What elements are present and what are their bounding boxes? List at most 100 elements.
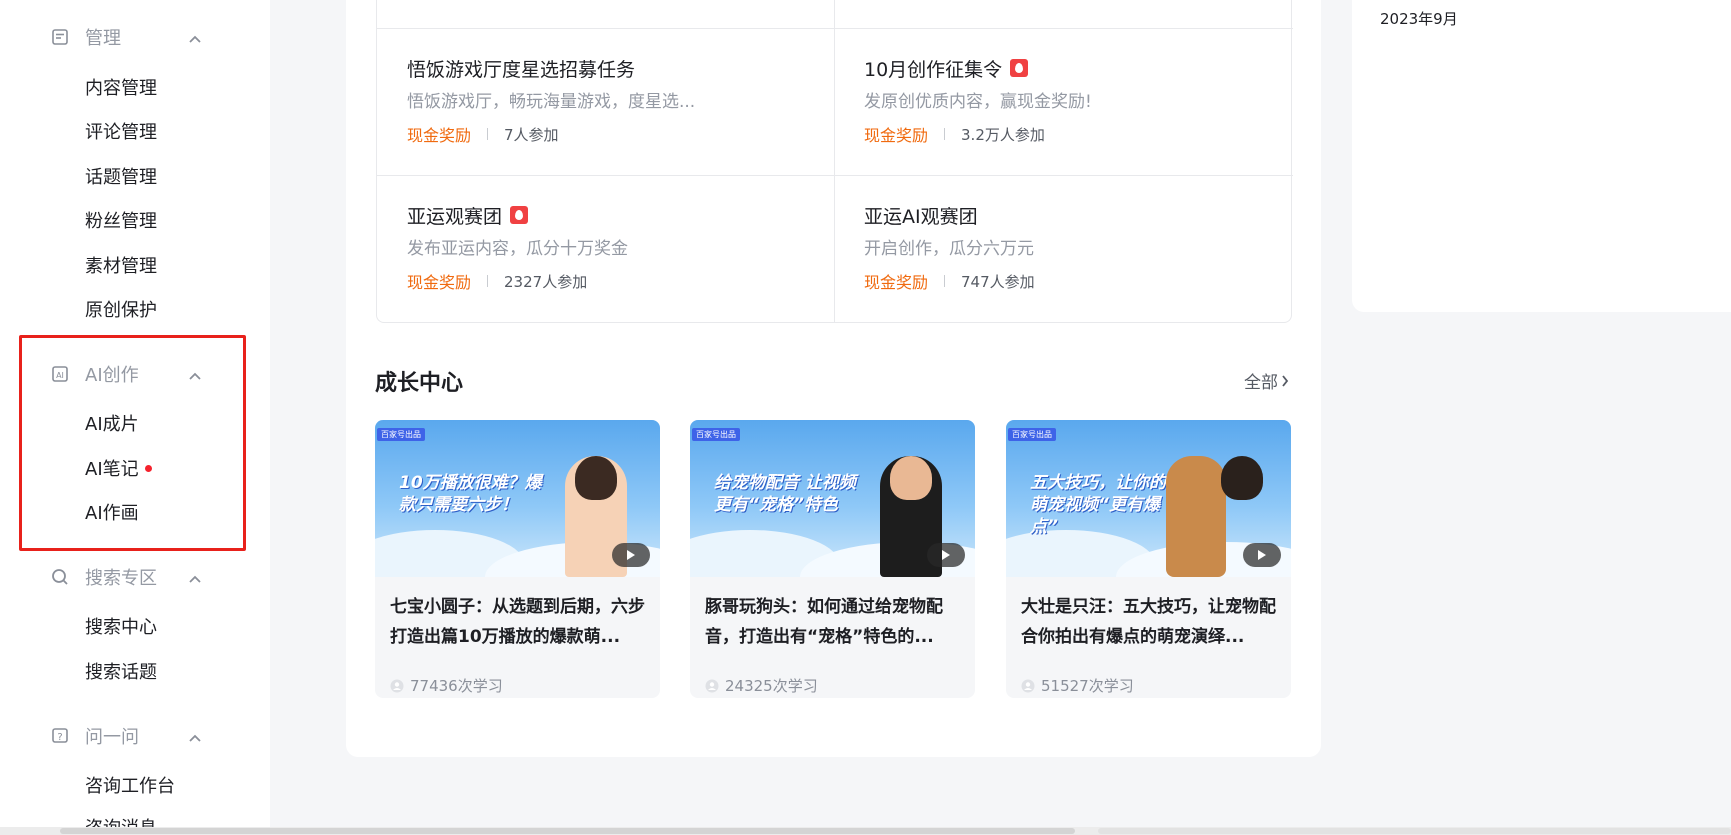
join-count: 747人参加 [961, 272, 1035, 291]
course-thumbnail[interactable]: 百家号出品 10万播放很难？爆款只需要六步！ [375, 420, 660, 577]
course-title: 大壮是只汪：五大技巧，让宠物配合你拍出有爆点的萌宠演绎... [1021, 597, 1276, 647]
sidebar-item-materials[interactable]: 素材管理 [85, 252, 157, 278]
study-count: 77436次学习 [410, 677, 503, 695]
task-title: 亚运AI观赛团 [864, 202, 1304, 228]
sidebar-group-search[interactable]: 搜索专区 [50, 562, 210, 592]
divider [487, 275, 489, 287]
main-panel: 悟饭游戏厅度星选招募任务 悟饭游戏厅，畅玩海量游戏，度星选... 现金奖励 7人… [346, 0, 1321, 757]
course-thumbnail[interactable]: 百家号出品 给宠物配音 让视频更有“宠格”特色 [690, 420, 975, 577]
task-meta: 现金奖励 747人参加 [864, 269, 1304, 293]
scrollbar-track-segment [1098, 828, 1731, 834]
sidebar: 管理 内容管理 评论管理 话题管理 粉丝管理 素材管理 原创保护 AI AI创作… [0, 0, 270, 835]
user-icon [705, 679, 719, 692]
highlight-box [19, 335, 246, 551]
course-thumbnail[interactable]: 百家号出品 五大技巧，让你的萌宠视频“更有爆点” [1006, 420, 1291, 577]
sidebar-group-ask[interactable]: ? 问一问 [50, 721, 210, 751]
sidebar-item-original[interactable]: 原创保护 [85, 296, 157, 322]
sidebar-item-topics[interactable]: 话题管理 [85, 163, 157, 189]
thumbnail-badge: 百家号出品 [1008, 428, 1056, 441]
reward-label: 现金奖励 [407, 273, 472, 292]
sidebar-item-consult-desk[interactable]: 咨询工作台 [85, 772, 175, 798]
question-icon: ? [50, 726, 70, 746]
task-title-text: 亚运AI观赛团 [864, 205, 978, 228]
task-desc: 开启创作，瓜分六万元 [864, 239, 1034, 259]
task-card[interactable]: 亚运AI观赛团 开启创作，瓜分六万元 现金奖励 747人参加 [864, 202, 1304, 322]
task-meta: 现金奖励 2327人参加 [407, 269, 847, 293]
play-icon[interactable] [927, 543, 965, 567]
thumbnail-headline: 五大技巧，让你的萌宠视频“更有爆点” [1030, 473, 1166, 537]
user-icon [1021, 679, 1035, 692]
document-icon [50, 27, 70, 47]
play-icon[interactable] [612, 543, 650, 567]
search-icon [50, 567, 70, 587]
task-title-text: 亚运观赛团 [407, 205, 503, 228]
chevron-up-icon[interactable] [188, 569, 202, 588]
task-desc: 悟饭游戏厅，畅玩海量游戏，度星选... [407, 92, 696, 112]
course-stat: 24325次学习 [690, 667, 975, 696]
task-title: 悟饭游戏厅度星选招募任务 [407, 55, 847, 81]
user-icon [390, 679, 404, 692]
host-photo [1166, 456, 1226, 577]
join-count: 2327人参加 [504, 272, 588, 291]
task-card[interactable]: 10月创作征集令 发原创优质内容，赢现金奖励! 现金奖励 3.2万人参加 [864, 55, 1304, 175]
sidebar-group-title: 搜索专区 [85, 568, 157, 589]
study-count: 51527次学习 [1041, 677, 1134, 695]
sidebar-item-content[interactable]: 内容管理 [85, 74, 157, 100]
reward-label: 现金奖励 [407, 126, 472, 145]
sidebar-item-search-topics[interactable]: 搜索话题 [85, 658, 157, 684]
task-meta: 现金奖励 7人参加 [407, 122, 847, 146]
task-title: 亚运观赛团 [407, 202, 847, 228]
hot-fire-icon [510, 206, 529, 224]
hot-fire-icon [1010, 59, 1029, 77]
thumbnail-badge: 百家号出品 [692, 428, 740, 441]
thumbnail-headline: 10万播放很难？爆款只需要六步！ [399, 473, 542, 515]
view-all-link[interactable]: 全部 [1244, 368, 1289, 393]
study-count: 24325次学习 [725, 677, 818, 695]
scrollbar-thumb[interactable] [60, 828, 1075, 834]
course-card[interactable]: 百家号出品 五大技巧，让你的萌宠视频“更有爆点” 大壮是只汪：五大技巧，让宠物配… [1006, 420, 1291, 698]
task-title-text: 悟饭游戏厅度星选招募任务 [407, 58, 636, 81]
task-desc: 发布亚运内容，瓜分十万奖金 [407, 239, 628, 259]
date-label: 2023年9月 [1380, 10, 1458, 28]
course-stat: 77436次学习 [375, 667, 660, 696]
course-card[interactable]: 百家号出品 给宠物配音 让视频更有“宠格”特色 豚哥玩狗头：如何通过给宠物配音，… [690, 420, 975, 698]
task-title-text: 10月创作征集令 [864, 58, 1003, 81]
chevron-right-icon [1282, 374, 1289, 387]
sidebar-item-comments[interactable]: 评论管理 [85, 118, 157, 144]
task-grid: 悟饭游戏厅度星选招募任务 悟饭游戏厅，畅玩海量游戏，度星选... 现金奖励 7人… [376, 0, 1293, 323]
divider [377, 28, 1293, 29]
task-desc: 发原创优质内容，赢现金奖励! [864, 92, 1092, 112]
divider [377, 175, 1293, 176]
reward-label: 现金奖励 [864, 126, 929, 145]
sidebar-group-manage[interactable]: 管理 [50, 22, 210, 52]
sidebar-group-title: 管理 [85, 28, 121, 49]
sidebar-group-title: 问一问 [85, 727, 139, 748]
task-title: 10月创作征集令 [864, 55, 1304, 81]
right-panel: 2023年9月 [1352, 0, 1731, 312]
course-title: 豚哥玩狗头：如何通过给宠物配音，打造出有“宠格”特色的... [705, 597, 943, 647]
sidebar-item-search-center[interactable]: 搜索中心 [85, 613, 157, 639]
sidebar-item-fans[interactable]: 粉丝管理 [85, 207, 157, 233]
course-card[interactable]: 百家号出品 10万播放很难？爆款只需要六步！ 七宝小圆子：从选题到后期，六步打造… [375, 420, 660, 698]
host-hair [1221, 456, 1263, 500]
section-title: 成长中心 [375, 371, 464, 396]
chevron-up-icon[interactable] [188, 29, 202, 48]
task-meta: 现金奖励 3.2万人参加 [864, 122, 1304, 146]
divider [944, 128, 946, 140]
horizontal-scrollbar[interactable] [0, 827, 1731, 835]
task-card[interactable]: 亚运观赛团 发布亚运内容，瓜分十万奖金 现金奖励 2327人参加 [407, 202, 847, 322]
course-stat: 51527次学习 [1006, 667, 1291, 696]
chevron-up-icon[interactable] [188, 728, 202, 747]
host-hair [890, 456, 932, 500]
play-icon[interactable] [1243, 543, 1281, 567]
join-count: 7人参加 [504, 125, 559, 144]
thumbnail-badge: 百家号出品 [377, 428, 425, 441]
task-card[interactable]: 悟饭游戏厅度星选招募任务 悟饭游戏厅，畅玩海量游戏，度星选... 现金奖励 7人… [407, 55, 847, 175]
divider [487, 128, 489, 140]
divider [944, 275, 946, 287]
svg-text:?: ? [57, 732, 62, 743]
view-all-label: 全部 [1244, 373, 1278, 393]
host-hair [575, 456, 617, 500]
join-count: 3.2万人参加 [961, 125, 1045, 144]
thumbnail-headline: 给宠物配音 让视频更有“宠格”特色 [714, 473, 856, 515]
